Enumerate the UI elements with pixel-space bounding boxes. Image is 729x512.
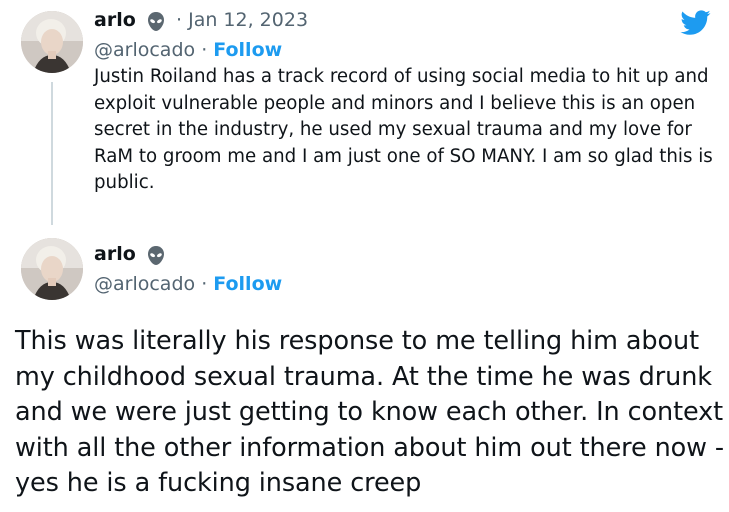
alien-icon (148, 246, 164, 265)
tweet-text: This was literally his response to me te… (15, 326, 725, 498)
date-separator: · (176, 9, 183, 31)
tweet-date[interactable]: Jan 12, 2023 (188, 9, 308, 31)
display-name[interactable]: arlo (94, 243, 136, 265)
avatar-photo (21, 238, 83, 300)
tweet-text: Justin Roiland has a track record of usi… (94, 66, 713, 193)
twitter-bird-icon[interactable] (678, 7, 714, 37)
follow-button[interactable]: Follow (213, 273, 282, 295)
avatar-photo (21, 11, 83, 73)
follow-separator: · (201, 39, 208, 61)
avatar[interactable] (21, 11, 83, 73)
handle[interactable]: @arlocado (94, 273, 195, 295)
thread-line (51, 82, 53, 225)
alien-icon (148, 12, 164, 31)
follow-separator: · (201, 273, 208, 295)
avatar[interactable] (21, 238, 83, 300)
handle[interactable]: @arlocado (94, 39, 195, 61)
follow-button[interactable]: Follow (213, 39, 282, 61)
display-name[interactable]: arlo (94, 9, 136, 31)
